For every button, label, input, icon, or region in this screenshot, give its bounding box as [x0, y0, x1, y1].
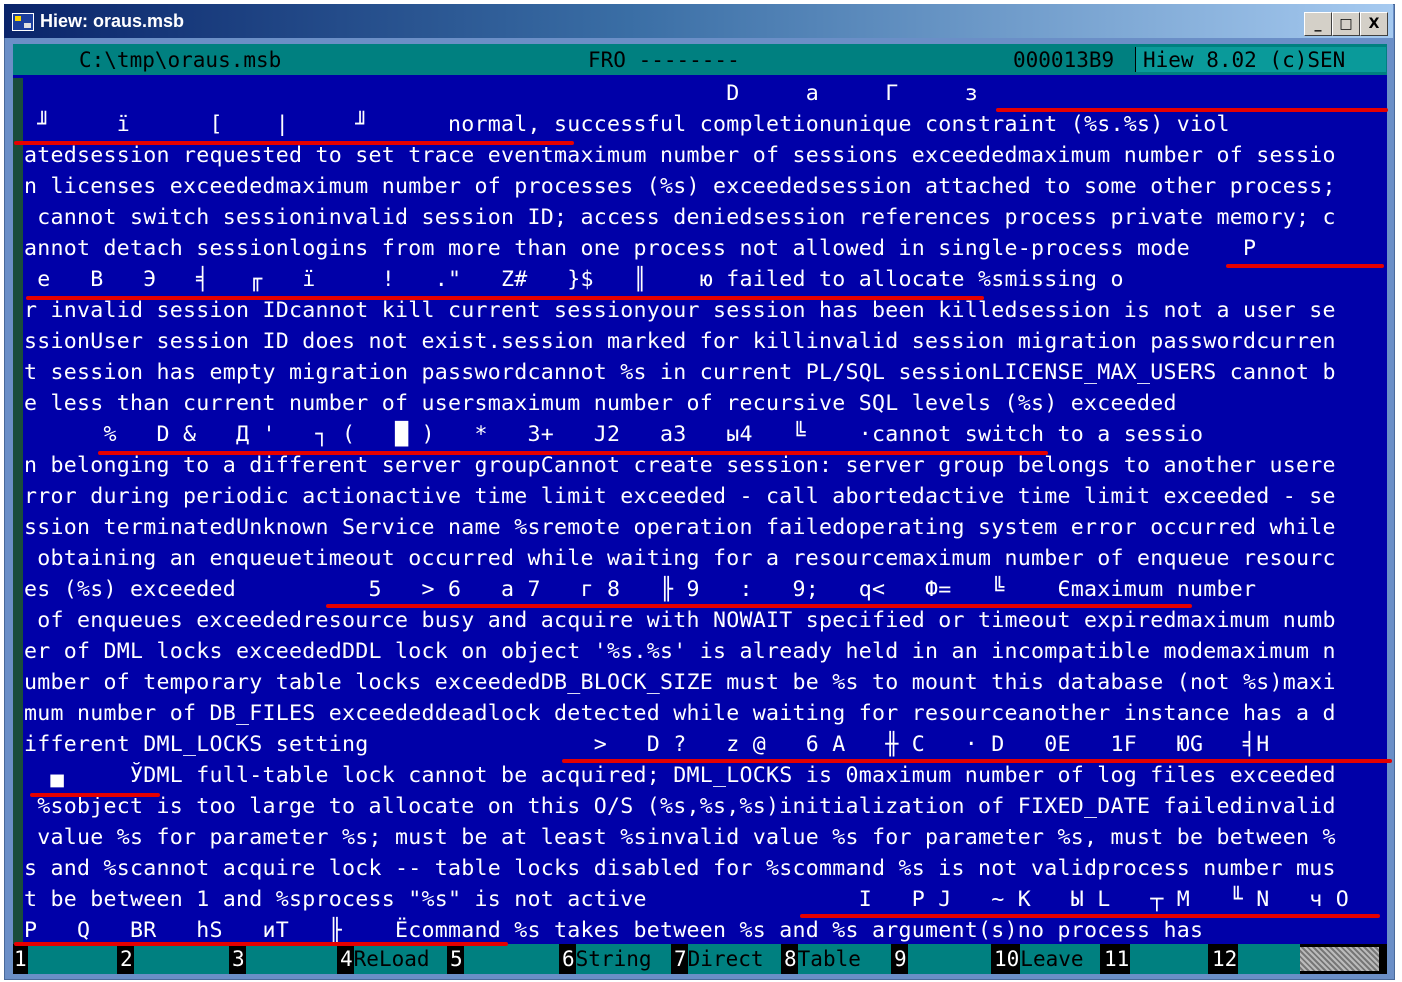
maximize-button[interactable]: □ [1332, 12, 1360, 36]
dump-line: n licenses exceededmaximum number of pro… [24, 174, 1336, 199]
dump-line: annot detach sessionlogins from more tha… [24, 236, 1283, 261]
dump-line: % D & Д ' ┐ ( █ ) * 3+ J2 a3 ы4 ╚ ·canno… [24, 422, 1204, 447]
version-label: Hiew 8.02 (c)SEN [1143, 48, 1346, 72]
dump-line: umber of temporary table locks exceededD… [24, 670, 1336, 695]
dump-line: mum number of DB_FILES exceededdeadlock … [24, 701, 1336, 726]
dump-line: obtaining an enqueuetimeout occurred whi… [24, 546, 1336, 571]
dump-line: ▄ ЎDML full-table lock cannot be acquire… [24, 763, 1336, 788]
title-bar: Hiew: oraus.msb _ □ X [4, 4, 1393, 38]
annotation-underline [996, 108, 1388, 112]
fkey-11[interactable]: 11 [1103, 944, 1211, 974]
window-title: Hiew: oraus.msb [40, 11, 185, 31]
fkey-number: 3 [231, 947, 246, 971]
fkey-label [463, 944, 559, 974]
fkey-7[interactable]: 7Direct [673, 944, 783, 974]
fkey-number: 11 [1103, 947, 1131, 971]
file-path: C:\tmp\oraus.msb [79, 48, 282, 72]
dump-line: D a Г з [24, 81, 1005, 106]
dump-line: rror during periodic actionactive time l… [24, 484, 1336, 509]
dump-line: cannot switch sessioninvalid session ID;… [24, 205, 1336, 230]
fkey-label [245, 944, 337, 974]
annotation-underline [26, 296, 984, 300]
fkey-label [907, 944, 991, 974]
fkey-label: String [575, 944, 671, 974]
dump-line: s and %scannot acquire lock -- table loc… [24, 856, 1336, 881]
annotation-underline [562, 759, 1392, 763]
status-bar: C:\tmp\oraus.msb FRO -------- 000013B9 H… [13, 44, 1387, 75]
dump-line: er of DML locks exceededDDL lock on obje… [24, 639, 1336, 664]
fkey-number: 12 [1211, 947, 1239, 971]
dump-line: value %s for parameter %s; must be at le… [24, 825, 1336, 850]
fkey-label [133, 944, 229, 974]
dump-line: ifferent DML_LOCKS setting > D ? z @ 6 A… [24, 732, 1270, 757]
minimize-button[interactable]: _ [1304, 12, 1332, 36]
fkey-8[interactable]: 8Table [783, 944, 893, 974]
fkey-12[interactable]: 12 [1211, 944, 1303, 974]
mode-indicator: FRO -------- [588, 48, 740, 72]
fkey-label [27, 944, 117, 974]
fkey-label: ReLoad [353, 944, 447, 974]
fkey-number: 5 [449, 947, 464, 971]
fkey-number: 7 [673, 947, 688, 971]
fkey-number: 9 [893, 947, 908, 971]
fkey-1[interactable]: 1 [13, 944, 119, 974]
dump-line: e less than current number of usersmaxim… [24, 391, 1177, 416]
text-dump-area[interactable]: D a Г з ╜ ї [ | ╜ normal, successful com… [16, 78, 1386, 943]
dump-line: ssion terminatedUnknown Service name %sr… [24, 515, 1336, 540]
annotation-underline [98, 451, 1048, 455]
fkey-4[interactable]: 4ReLoad [339, 944, 449, 974]
dump-line: of enqueues exceededresource busy and ac… [24, 608, 1336, 633]
annotation-underline [14, 141, 574, 145]
fkey-2[interactable]: 2 [119, 944, 231, 974]
fkey-label [1238, 944, 1301, 974]
fkey-10[interactable]: 10Leave [993, 944, 1103, 974]
close-button[interactable]: X [1360, 12, 1388, 36]
fkey-label: Table [797, 944, 891, 974]
fkey-3[interactable]: 3 [231, 944, 339, 974]
scroll-indicator [1299, 947, 1379, 971]
fkey-number: 10 [993, 947, 1021, 971]
dump-line: ssionUser session ID does not exist.sess… [24, 329, 1336, 354]
fkey-label: Leave [1020, 944, 1101, 974]
app-icon [12, 13, 34, 31]
annotation-underline [14, 942, 508, 946]
fkey-6[interactable]: 6String [561, 944, 673, 974]
fkey-number: 4 [339, 947, 354, 971]
fkey-5[interactable]: 5 [449, 944, 561, 974]
dump-line: t session has empty migration passwordca… [24, 360, 1336, 385]
annotation-underline [1226, 264, 1384, 268]
fkey-label [1130, 944, 1209, 974]
offset-indicator: 000013B9 [1013, 48, 1115, 72]
annotation-underline [326, 604, 1192, 608]
function-key-bar: 1 2 3 4ReLoad 5 6String 7Direct 8Table 9 10Leave 1… [13, 944, 1387, 974]
dump-line: e В Э ╡ ╓ ї ! ." Z# }$ ║ ю failed to all… [24, 267, 1124, 292]
fkey-9[interactable]: 9 [893, 944, 993, 974]
dump-line: es (%s) exceeded 5 > 6 a 7 г 8 ╟ 9 : 9; … [24, 577, 1257, 602]
annotation-underline [800, 914, 1380, 918]
fkey-label: Direct [687, 944, 781, 974]
annotation-underline [30, 793, 160, 797]
fkey-number: 1 [13, 947, 28, 971]
dump-line: t be between 1 and %sprocess "%s" is not… [24, 887, 1350, 912]
dump-line: ╜ ї [ | ╜ normal, successful completionu… [24, 112, 1230, 137]
fkey-number: 2 [119, 947, 134, 971]
fkey-number: 8 [783, 947, 798, 971]
fkey-number: 6 [561, 947, 576, 971]
dump-line: %sobject is too large to allocate on thi… [24, 794, 1336, 819]
